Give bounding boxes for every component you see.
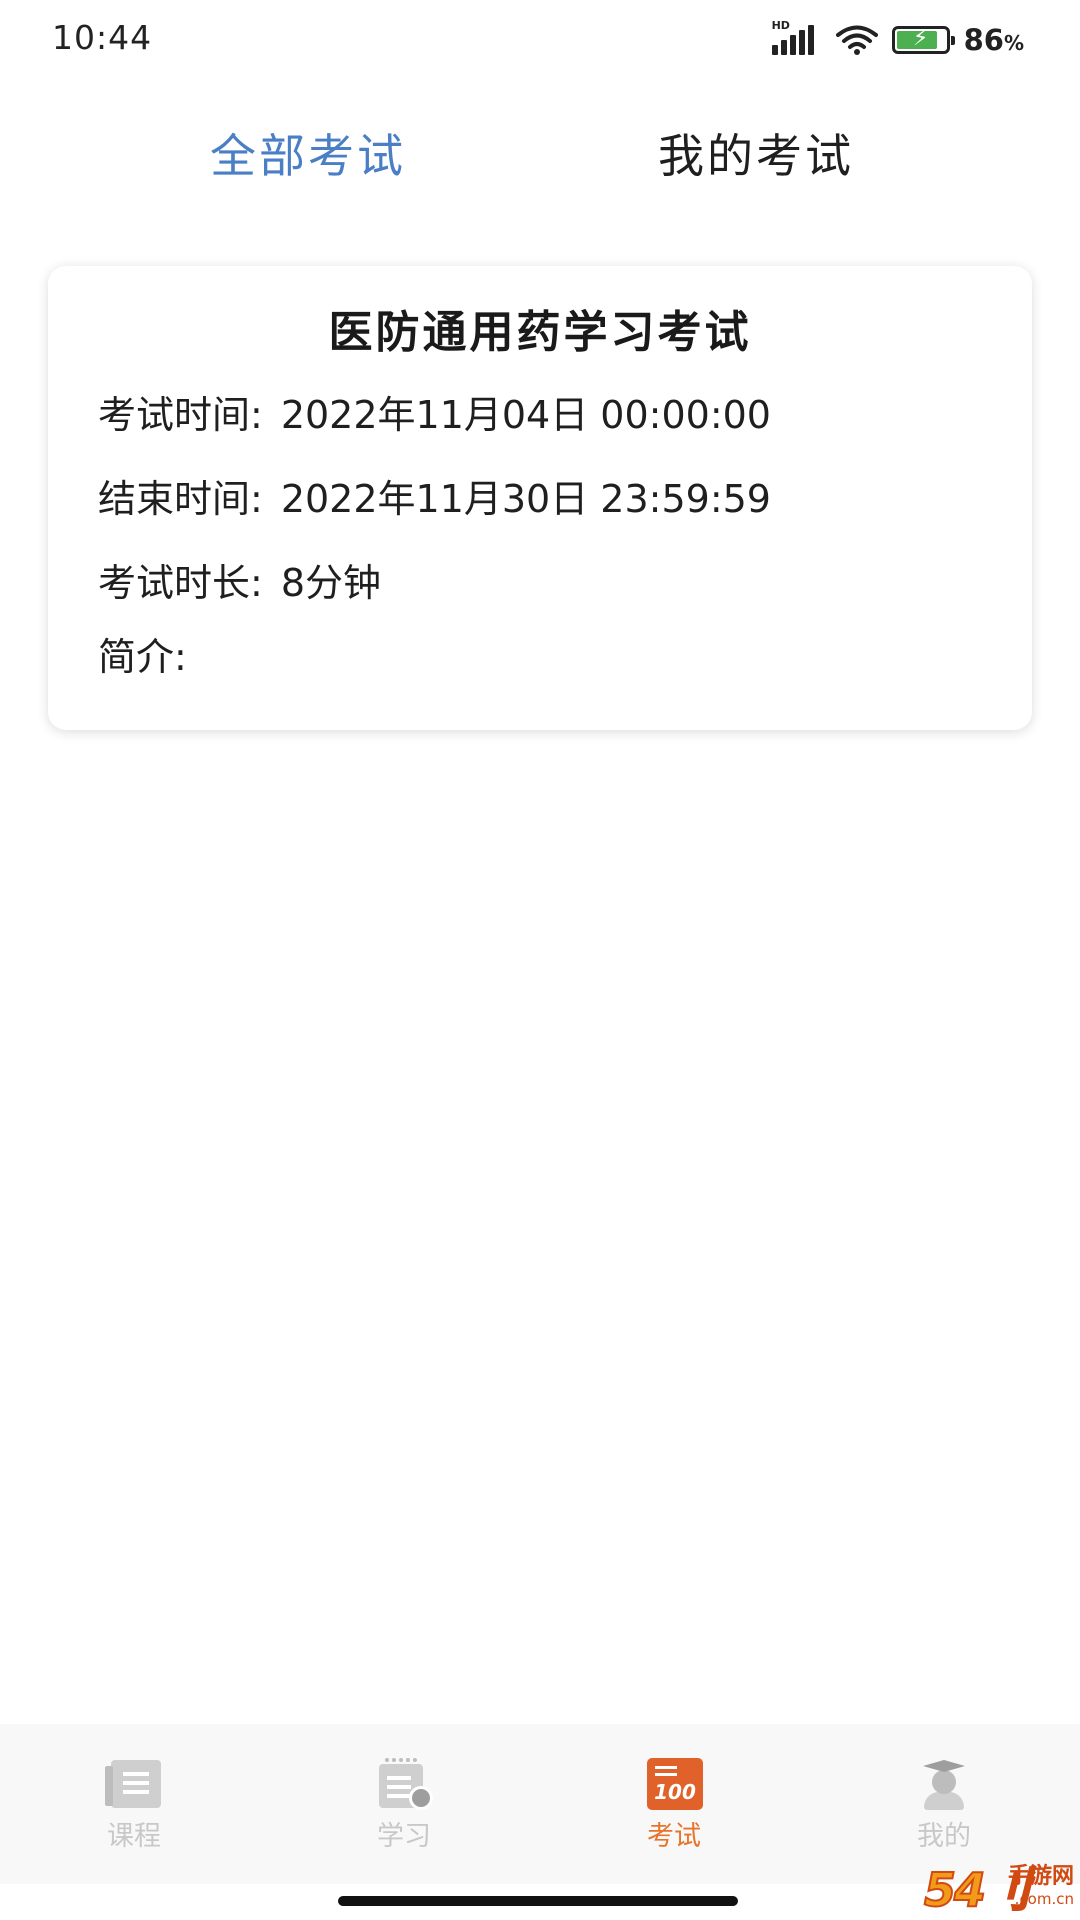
- exam-start-value: 2022年11月04日 00:00:00: [280, 393, 771, 437]
- nav-item-courses[interactable]: 课程: [64, 1758, 204, 1853]
- home-indicator[interactable]: [338, 1896, 738, 1906]
- screen: 10:44 HD ⚡ 86% 全部考试 我的考试 医防通用药学习考试 考试时间:…: [0, 0, 1080, 1920]
- hd-label: HD: [771, 19, 790, 32]
- watermark-text: 手游网: [1007, 1864, 1074, 1889]
- battery-percentage: 86%: [963, 23, 1024, 57]
- bottom-nav: 课程 学习 100 考试 我的: [0, 1724, 1080, 1884]
- exam-end-value: 2022年11月30日 23:59:59: [280, 477, 771, 521]
- exam-duration-row: 考试时长: 8分钟: [98, 552, 381, 607]
- site-watermark-logo: 54刂 手游网 .com.cn: [923, 1854, 1074, 1918]
- status-bar: 10:44 HD ⚡ 86%: [0, 0, 1080, 80]
- exam-title: 医防通用药学习考试: [328, 307, 752, 358]
- nav-item-study[interactable]: 学习: [334, 1758, 474, 1853]
- exam-start-label: 考试时间:: [98, 393, 263, 437]
- exam-duration-label: 考试时长:: [98, 561, 263, 605]
- tab-all-exams[interactable]: 全部考试: [210, 120, 406, 186]
- exam-end-row: 结束时间: 2022年11月30日 23:59:59: [98, 468, 771, 523]
- exam-start-row: 考试时间: 2022年11月04日 00:00:00: [98, 384, 771, 439]
- exam-score-100-icon: 100: [645, 1758, 703, 1810]
- status-icons: HD ⚡ 86%: [771, 19, 1024, 60]
- exam-intro-label: 简介:: [98, 635, 187, 679]
- nav-label-study: 学习: [377, 1821, 431, 1852]
- battery-icon: ⚡: [891, 26, 955, 54]
- nav-item-exams[interactable]: 100 考试: [604, 1758, 744, 1853]
- study-calendar-icon: [375, 1758, 433, 1810]
- exam-end-label: 结束时间:: [98, 477, 263, 521]
- nav-label-exams: 考试: [647, 1821, 701, 1852]
- tab-my-exams[interactable]: 我的考试: [658, 120, 854, 186]
- graduate-avatar-icon: [915, 1758, 973, 1810]
- exam-card[interactable]: 医防通用药学习考试 考试时间: 2022年11月04日 00:00:00 结束时间…: [48, 266, 1032, 730]
- nav-item-mine[interactable]: 我的: [874, 1758, 1014, 1853]
- wifi-icon: [835, 25, 878, 55]
- exam-intro-row: 简介:: [98, 626, 187, 681]
- book-icon: [105, 1758, 163, 1810]
- watermark-domain: .com.cn: [1014, 1890, 1074, 1908]
- exam-duration-value: 8分钟: [280, 561, 381, 605]
- cellular-signal-icon: HD: [771, 19, 822, 55]
- exam-tabs: 全部考试 我的考试: [0, 110, 1080, 190]
- nav-label-mine: 我的: [917, 1821, 971, 1852]
- nav-label-courses: 课程: [107, 1821, 161, 1852]
- charging-bolt-icon: ⚡: [912, 26, 929, 51]
- exam-icon-score: 100: [654, 1780, 696, 1804]
- status-time: 10:44: [52, 18, 153, 57]
